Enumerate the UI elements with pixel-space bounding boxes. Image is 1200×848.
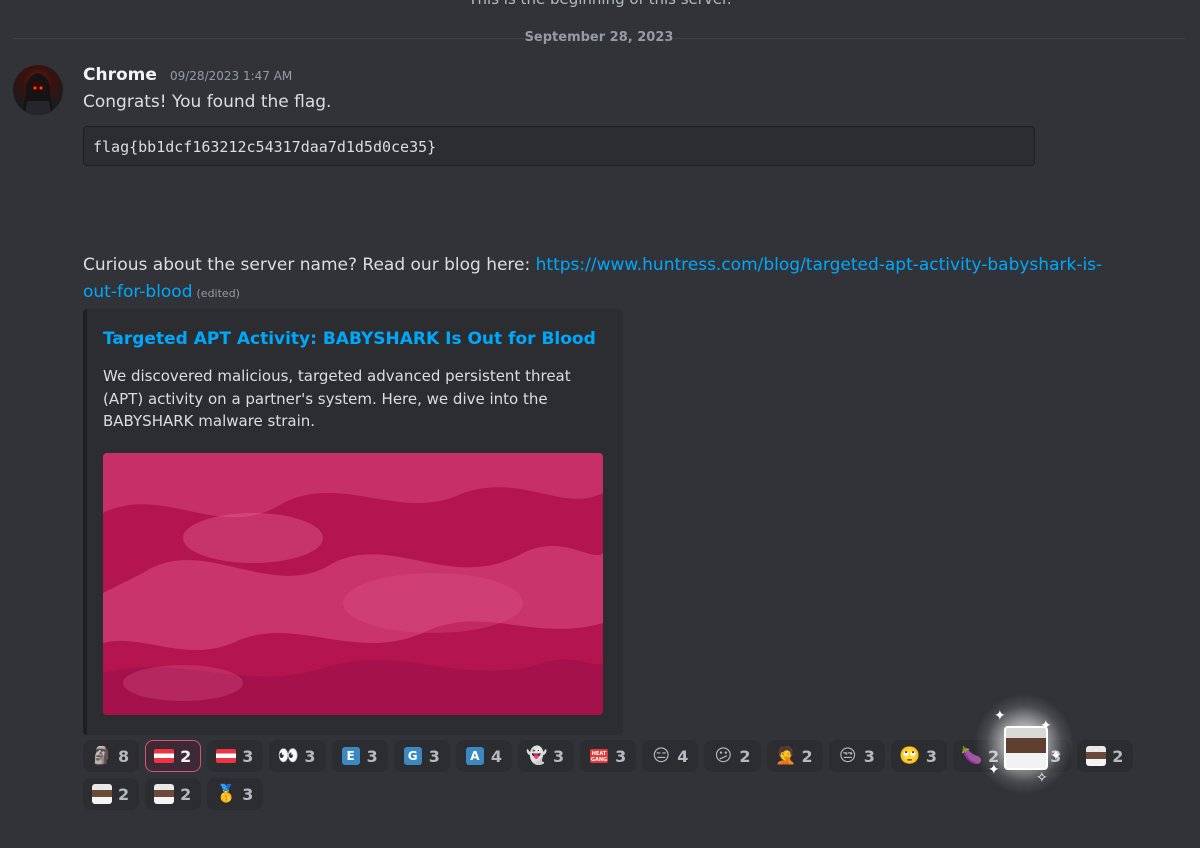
- reaction-heat-gang[interactable]: HEAT GANG 3: [580, 740, 637, 772]
- message-header: Chrome 09/28/2023 1:47 AM: [83, 65, 292, 89]
- reaction-count: 3: [428, 746, 440, 766]
- regional-g-icon: G: [403, 746, 423, 766]
- ghost-icon: 👻: [526, 746, 548, 766]
- eyes-icon: 👀: [277, 746, 300, 766]
- reaction-count: 3: [1050, 746, 1062, 766]
- edited-label: (edited): [196, 287, 240, 300]
- reaction-facepalm-person[interactable]: 🤦 2: [766, 740, 823, 772]
- reaction-count: 4: [490, 746, 502, 766]
- reaction-count: 3: [242, 746, 254, 766]
- channel-beginning-text: This is the beginning of this server.: [0, 0, 1200, 8]
- reaction-regional-e[interactable]: E3: [331, 740, 388, 772]
- reaction-count: 3: [366, 746, 378, 766]
- reaction-eggplant[interactable]: 🍆 2: [952, 740, 1010, 772]
- reaction-confused-face[interactable]: 😕 2: [704, 740, 761, 772]
- austria-flag-icon: [154, 746, 175, 766]
- reaction-portrait-sticker[interactable]: 2: [145, 778, 202, 810]
- portrait-sticker-icon: [1086, 746, 1107, 766]
- reaction-austria-flag[interactable]: 2: [145, 740, 202, 772]
- sparkle-icon: ✦: [994, 708, 1006, 724]
- reaction-austria-flag[interactable]: 3: [207, 740, 264, 772]
- regional-a-icon: A: [465, 746, 485, 766]
- flag-code-block: flag{bb1dcf163212c54317daa7d1d5d0ce35}: [83, 126, 1035, 166]
- portrait-sticker-icon: [154, 784, 175, 804]
- reaction-count: 4: [677, 746, 689, 766]
- eggplant-icon: 🍆: [961, 746, 983, 766]
- reaction-count: 3: [304, 746, 316, 766]
- portrait-sticker-icon: [1024, 746, 1045, 766]
- reaction-expressionless-face[interactable]: 😑 4: [642, 740, 699, 772]
- reaction-portrait-sticker[interactable]: 2: [1077, 740, 1134, 772]
- reaction-count: 3: [242, 784, 254, 804]
- reaction-count: 2: [987, 746, 1000, 766]
- reaction-count: 8: [118, 746, 130, 766]
- message-text-line1: Congrats! You found the flag.: [83, 92, 332, 112]
- svg-text:GANG: GANG: [591, 757, 607, 763]
- sparkle-icon: ✦: [1040, 718, 1052, 734]
- unamused-face-icon: 😒: [838, 746, 857, 766]
- avatar[interactable]: [13, 65, 63, 115]
- pink-satellite-cloud-image: [103, 453, 603, 715]
- moai-icon: 🗿: [91, 746, 113, 766]
- link-embed: Targeted APT Activity: BABYSHARK Is Out …: [83, 309, 623, 735]
- eye-roll-face-icon: 🙄: [899, 746, 921, 766]
- message-text-prefix: Curious about the server name? Read our …: [83, 255, 536, 275]
- embed-image[interactable]: [103, 453, 603, 715]
- reaction-regional-g[interactable]: G3: [393, 740, 450, 772]
- reaction-moai[interactable]: 🗿 8: [83, 740, 140, 772]
- reaction-bar: 🗿 8 2 3 👀 3 E 3 G 3 A 4 👻 3 HEAT GANG 3 😑 4 😕 2 🤦 2 😒 3 🙄 3 🍆 2 3 2 2 2 🥇…: [83, 740, 1143, 810]
- reaction-eyes[interactable]: 👀 3: [269, 740, 326, 772]
- reaction-unamused-face[interactable]: 😒 3: [828, 740, 885, 772]
- reaction-count: 3: [925, 746, 937, 766]
- gold-medal-icon: 🥇: [215, 784, 237, 804]
- hooded-figure-avatar-icon: [22, 73, 54, 115]
- reaction-portrait-sticker[interactable]: 2: [83, 778, 140, 810]
- facepalm-person-icon: 🤦: [774, 746, 797, 766]
- confused-face-icon: 😕: [714, 746, 733, 766]
- reaction-count: 2: [801, 746, 813, 766]
- portrait-sticker-icon: [92, 784, 112, 804]
- message-timestamp[interactable]: 09/28/2023 1:47 AM: [170, 69, 292, 83]
- regional-e-icon: E: [341, 746, 361, 766]
- austria-flag-icon: [216, 746, 237, 766]
- embed-description: We discovered malicious, targeted advanc…: [103, 367, 571, 430]
- reaction-count: 2: [180, 784, 192, 804]
- reaction-count: 2: [180, 746, 192, 766]
- message-text-line2: Curious about the server name? Read our …: [83, 252, 1123, 307]
- reaction-count: 2: [1112, 746, 1124, 766]
- reaction-gold-medal[interactable]: 🥇 3: [207, 778, 264, 810]
- heat-gang-icon: HEAT GANG: [589, 746, 609, 766]
- expressionless-face-icon: 😑: [652, 746, 671, 766]
- reaction-count: 2: [739, 746, 751, 766]
- message-author[interactable]: Chrome: [83, 65, 157, 85]
- reaction-regional-a[interactable]: A4: [455, 740, 512, 772]
- reaction-ghost[interactable]: 👻 3: [517, 740, 575, 772]
- reaction-count: 2: [118, 784, 130, 804]
- date-divider-label: September 28, 2023: [524, 30, 674, 45]
- reaction-portrait-sticker[interactable]: 3: [1015, 740, 1072, 772]
- reaction-count: 3: [615, 746, 627, 766]
- reaction-eye-roll-face[interactable]: 🙄 3: [890, 740, 947, 772]
- reaction-count: 3: [863, 746, 875, 766]
- reaction-count: 3: [552, 746, 565, 766]
- embed-title[interactable]: Targeted APT Activity: BABYSHARK Is Out …: [103, 329, 596, 349]
